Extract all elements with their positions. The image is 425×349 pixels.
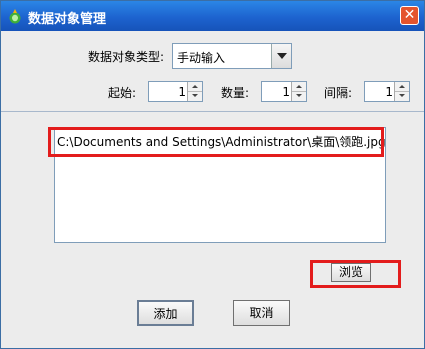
highlight-box-path (48, 127, 384, 157)
highlight-box-browse (310, 260, 401, 288)
spin-down-icon[interactable] (395, 92, 409, 101)
start-label: 起始: (108, 86, 137, 100)
count-value: 1 (282, 85, 290, 99)
spin-up-icon[interactable] (395, 82, 409, 92)
spin-up-icon[interactable] (188, 82, 202, 92)
interval-spinner[interactable]: 1 (364, 81, 410, 102)
data-type-label: 数据对象类型: (88, 50, 165, 64)
spin-down-icon[interactable] (292, 92, 306, 101)
start-value: 1 (178, 85, 186, 99)
data-type-value: 手动输入 (177, 51, 226, 65)
cancel-button[interactable]: 取消 (233, 300, 290, 326)
data-type-select[interactable]: 手动输入 (172, 43, 292, 69)
dialog-window: 数据对象管理 ✕ 数据对象类型: 手动输入 起始: 1 数量: 1 间隔: 1 … (0, 0, 425, 349)
close-button[interactable]: ✕ (400, 6, 419, 25)
window-title: 数据对象管理 (28, 12, 107, 27)
start-spinner[interactable]: 1 (148, 81, 203, 102)
count-label: 数量: (221, 86, 250, 100)
separator (1, 111, 424, 112)
app-icon (9, 9, 21, 24)
add-button[interactable]: 添加 (137, 300, 194, 326)
spin-down-icon[interactable] (188, 92, 202, 101)
chevron-down-icon[interactable] (271, 44, 291, 68)
interval-value: 1 (385, 85, 393, 99)
interval-label: 间隔: (324, 86, 353, 100)
title-bar[interactable]: 数据对象管理 ✕ (1, 1, 424, 31)
count-spinner[interactable]: 1 (261, 81, 307, 102)
spin-up-icon[interactable] (292, 82, 306, 92)
